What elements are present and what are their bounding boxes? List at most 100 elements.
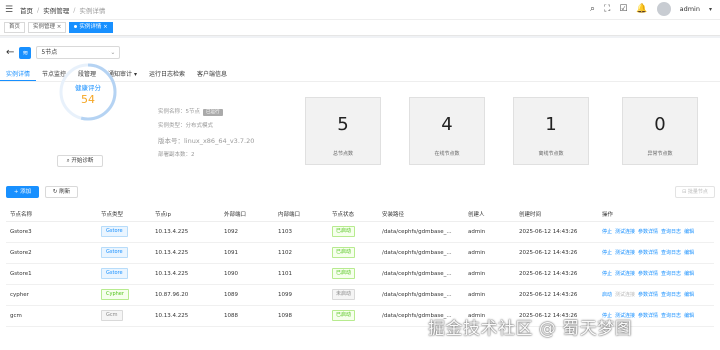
stat-offline-nodes: 1 离线节点数 — [513, 97, 589, 165]
cell-path: /data/cephfs/gdmbase_... — [378, 284, 464, 306]
cell-creator: admin — [464, 284, 515, 306]
batch-node-button[interactable]: ⊟ 批量节点 — [675, 186, 715, 198]
stat-label: 离线节点数 — [538, 151, 564, 157]
tag-home[interactable]: 首页 — [4, 22, 26, 33]
stop-link[interactable]: 停止 — [602, 229, 612, 235]
node-table: 节点名称 节点类型 节点ip 外部端口 内部端口 节点状态 安装路径 创建人 创… — [6, 207, 714, 327]
cell-type: Gstore — [97, 263, 151, 285]
cell-actions: 启动 测试连接 参数详情 查询日志 编辑 — [598, 284, 714, 306]
test-connection-link[interactable]: 测试连接 — [615, 229, 635, 235]
col-actions: 操作 — [598, 207, 714, 222]
tab-instance-detail[interactable]: 实例详情 — [0, 69, 37, 81]
stat-label: 异常节点数 — [647, 151, 673, 157]
query-log-link[interactable]: 查询日志 — [661, 271, 681, 277]
table-header: 节点名称 节点类型 节点ip 外部端口 内部端口 节点状态 安装路径 创建人 创… — [6, 207, 714, 222]
cell-int-port: 1102 — [274, 242, 328, 264]
batch-label: 批量节点 — [687, 189, 708, 195]
col-node-name: 节点名称 — [6, 207, 97, 222]
cell-type: Cypher — [97, 284, 151, 306]
layers-icon: ≋ — [19, 46, 32, 59]
stop-link[interactable]: 停止 — [602, 271, 612, 277]
edit-link[interactable]: 编辑 — [684, 229, 694, 235]
start-link[interactable]: 启动 — [602, 292, 612, 298]
test-connection-link[interactable]: 测试连接 — [615, 271, 635, 277]
search-icon[interactable]: ⌕ — [590, 4, 595, 14]
tag-instance-manage[interactable]: 实例管理 × — [28, 22, 67, 33]
param-detail-link[interactable]: 参数详情 — [638, 292, 658, 298]
edit-link[interactable]: 编辑 — [684, 313, 694, 319]
cell-creator: admin — [464, 221, 515, 243]
watermark: 掘金技术社区 @ 蜀天梦图 — [428, 319, 633, 339]
top-bar: ☰ 首页 / 实例管理 / 实例详情 ⌕ ⛶ ☑ 🔔 admin ▾ — [0, 0, 720, 20]
table-row: Gstore2 Gstore 10.13.4.225 1091 1102 已启动… — [6, 242, 714, 264]
col-node-ip: 节点ip — [151, 207, 220, 222]
type-tag: Cypher — [101, 289, 129, 300]
query-log-link[interactable]: 查询日志 — [661, 229, 681, 235]
stop-link[interactable]: 停止 — [602, 250, 612, 256]
param-detail-link[interactable]: 参数详情 — [638, 271, 658, 277]
refresh-button[interactable]: ↻ 刷新 — [45, 186, 78, 198]
add-node-button[interactable]: + 添加 — [6, 186, 39, 198]
param-detail-link[interactable]: 参数详情 — [638, 250, 658, 256]
start-diagnose-button[interactable]: ⌕ 开始诊断 — [57, 155, 103, 167]
back-arrow-icon[interactable]: ← — [6, 47, 14, 58]
cell-ip: 10.13.4.225 — [151, 263, 220, 285]
param-detail-link[interactable]: 参数详情 — [638, 313, 658, 319]
cell-creator: admin — [464, 263, 515, 285]
instance-select[interactable]: 5节点 ⌄ — [36, 46, 121, 59]
cell-name: Gstore1 — [6, 263, 97, 285]
query-log-link[interactable]: 查询日志 — [661, 292, 681, 298]
param-detail-link[interactable]: 参数详情 — [638, 229, 658, 235]
refresh-label: 刷新 — [59, 189, 71, 195]
bell-icon[interactable]: 🔔 — [636, 4, 647, 14]
edit-link[interactable]: 编辑 — [684, 250, 694, 256]
cell-actions: 停止 测试连接 参数详情 查询日志 编辑 — [598, 242, 714, 264]
avatar[interactable] — [656, 2, 671, 16]
cell-ext-port: 1088 — [220, 305, 274, 327]
menu-fold-icon[interactable]: ☰ — [2, 5, 16, 15]
breadcrumb-home[interactable]: 首页 — [20, 5, 33, 15]
col-install-path: 安装路径 — [378, 207, 464, 222]
stat-value: 1 — [545, 114, 557, 135]
tag-instance-detail[interactable]: 实例详情 × — [69, 22, 113, 33]
cell-status: 未启动 — [328, 284, 378, 306]
type-tag: Gcm — [101, 310, 123, 321]
test-connection-link[interactable]: 测试连接 — [615, 250, 635, 256]
tab-client-info[interactable]: 客户端信息 — [191, 69, 233, 81]
health-ring — [59, 63, 117, 121]
query-log-link[interactable]: 查询日志 — [661, 250, 681, 256]
cell-type: Gcm — [97, 305, 151, 327]
cell-path: /data/cephfs/gdmbase_... — [378, 242, 464, 264]
test-connection-link: 测试连接 — [615, 292, 636, 298]
edit-link[interactable]: 编辑 — [684, 271, 694, 277]
cell-ext-port: 1092 — [220, 221, 274, 243]
edit-link[interactable]: 编辑 — [684, 292, 694, 298]
top-right-tools: ⌕ ⛶ ☑ 🔔 admin ▾ — [590, 2, 712, 16]
cell-ext-port: 1091 — [220, 242, 274, 264]
cell-type: Gstore — [97, 242, 151, 264]
instance-header: ← ≋ 5节点 ⌄ — [6, 46, 121, 59]
chevron-down-icon[interactable]: ▾ — [709, 6, 712, 13]
status-badge: 已运行 — [203, 109, 223, 116]
cell-ext-port: 1090 — [220, 263, 274, 285]
cell-time: 2025-06-12 14:43:26 — [515, 221, 598, 243]
table-row: cypher Cypher 10.87.96.20 1089 1099 未启动 … — [6, 284, 714, 306]
info-replica: 部署副本数：2 — [158, 152, 195, 158]
query-log-link[interactable]: 查询日志 — [661, 313, 681, 319]
cell-int-port: 1101 — [274, 263, 328, 285]
breadcrumb-instance-manage[interactable]: 实例管理 — [43, 5, 69, 15]
tab-log-search[interactable]: 运行日志检索 — [143, 69, 191, 81]
info-name: 实例名称：5节点 已运行 — [158, 107, 223, 116]
check-box-icon[interactable]: ☑ — [619, 4, 627, 14]
breadcrumb-current: 实例详情 — [79, 6, 106, 15]
stat-value: 4 — [441, 114, 453, 135]
col-ext-port: 外部端口 — [220, 207, 274, 222]
col-creator: 创建人 — [464, 207, 515, 222]
fullscreen-icon[interactable]: ⛶ — [604, 4, 610, 14]
user-name[interactable]: admin — [680, 5, 700, 13]
col-create-time: 创建时间 — [515, 207, 598, 222]
cell-creator: admin — [464, 242, 515, 264]
diag-label: 开始诊断 — [71, 158, 94, 164]
batch-icon: ⊟ — [682, 189, 687, 195]
type-tag: Gstore — [101, 268, 128, 279]
